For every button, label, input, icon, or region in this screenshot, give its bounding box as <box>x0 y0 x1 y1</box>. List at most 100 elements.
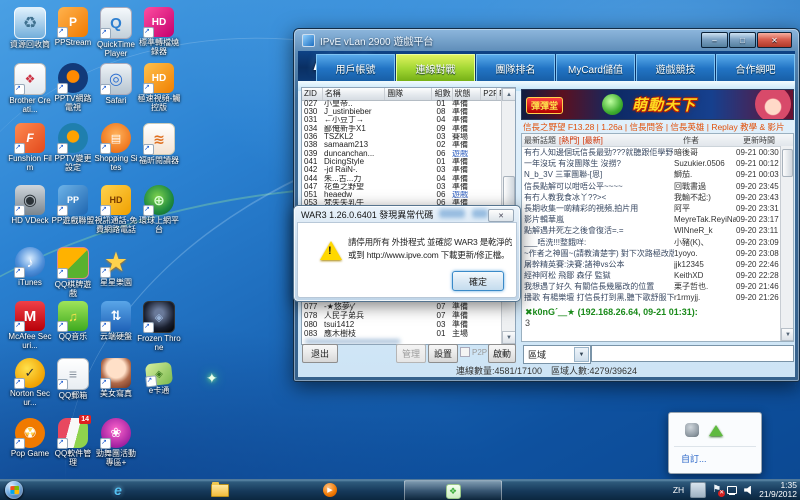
forum-row[interactable]: 影片輯華嵐MeyreTak.ReyiNa09-20 23:17 <box>522 214 793 225</box>
desktop-icon-mcafee[interactable]: McAfee Securi... <box>8 301 52 350</box>
dialog-close-button[interactable] <box>488 209 514 222</box>
desktop-icon-cloud-drive[interactable]: 云端硬盤 <box>94 301 138 341</box>
maximize-button[interactable] <box>729 32 756 48</box>
game-links-bar[interactable]: 信長之野望 F13.28 | 1.26a | 信長問答 | 信長英雄 | Rep… <box>523 121 792 132</box>
desktop-icon-foxit-reader[interactable]: 福昕閱讀器 <box>137 123 181 165</box>
forum-filter-hot[interactable]: [熱門] <box>559 135 579 146</box>
player-row[interactable]: 031←小豆丁→04準備 <box>302 117 502 125</box>
player-row[interactable]: 030J_ustinbieber08準備 <box>302 108 502 116</box>
start-button[interactable] <box>5 481 23 499</box>
tray-overflow-button[interactable] <box>690 482 706 498</box>
tab-online-battle[interactable]: 連線對戰 <box>396 54 475 81</box>
tab-user-account[interactable]: 用戶帳號 <box>316 54 395 81</box>
desktop-icon-recycle-bin[interactable]: 資源回收筒 <box>8 7 52 49</box>
desktop-icon-beauty-album[interactable]: 美女寫真 <box>94 358 138 398</box>
ad-banner[interactable]: 彈彈堂 萌動天下 <box>521 89 794 120</box>
dialog-titlebar[interactable]: WAR3 1.26.0.6401 發現異常代碼 <box>294 206 520 222</box>
desktop-icon-pptv-settings[interactable]: PPTV變更設定 <box>51 123 95 172</box>
scroll-up-icon[interactable] <box>502 88 516 101</box>
player-row[interactable]: 080tsui141203準備 <box>302 320 502 329</box>
customize-link[interactable]: 自訂... <box>681 452 707 465</box>
chat-input[interactable] <box>591 345 794 362</box>
forum-filter-new[interactable]: [最新] <box>582 135 602 146</box>
player-row[interactable]: 042-jd RaiN-.03準備 <box>302 166 502 174</box>
player-row[interactable]: 078人民子弟兵07準備 <box>302 311 502 320</box>
hidden-tray-network-icon[interactable] <box>709 425 723 436</box>
desktop-icon-global-web[interactable]: 環球上網平台 <box>137 185 181 234</box>
player-row[interactable]: 077-★悠夢y′07準備 <box>302 302 502 311</box>
desktop-icon-itunes[interactable]: iTunes <box>8 247 52 287</box>
desktop-icon-shopping-sites[interactable]: Shopping Sites <box>94 123 138 172</box>
forum-row[interactable]: 屠幹精英賽:決賽:諸神vs公本jjk1234509-20 22:46 <box>522 259 793 270</box>
forum-row[interactable]: ~作者之神圖~(請教清楚宇) 對下次路極改版惡圖好運1yoyo.09-20 23… <box>522 248 793 259</box>
player-row[interactable]: 041DicingStyle01準備 <box>302 158 502 166</box>
start-button[interactable]: 啟動 <box>488 344 516 363</box>
hidden-tray-device-icon[interactable] <box>685 423 699 437</box>
desktop-icon-quicktime[interactable]: QuickTime Player <box>94 7 138 58</box>
player-row[interactable]: 044朱...古...力04準備 <box>302 175 502 183</box>
forum-row[interactable]: 經神阿松 飛鄒 森仔 監獄KeithXD09-20 22:28 <box>522 270 793 281</box>
settings-button[interactable]: 設置 <box>428 344 458 363</box>
forum-row[interactable]: 信長點解可以咁唔公平~~~~回戰書過09-20 23:45 <box>522 181 793 192</box>
desktop-icon-dance-club[interactable]: 勁舞團活動專區+ <box>94 418 138 467</box>
taskbar-item-media-player[interactable] <box>308 480 352 500</box>
forum-row[interactable]: 有冇人知邊個玩信長最勁???就聽跟佢學野!!暗後哥09-21 00:30 <box>522 147 793 158</box>
taskbar-item-ipve-active[interactable] <box>404 480 502 500</box>
scrollbar-thumb[interactable] <box>782 149 793 177</box>
action-center-flag-icon[interactable]: ⚑ <box>712 485 721 495</box>
desktop-icon-ecard[interactable]: e卡通 <box>137 358 181 395</box>
minimize-button[interactable] <box>701 32 728 48</box>
network-icon[interactable] <box>727 485 738 496</box>
p2p-checkbox[interactable]: P2P <box>460 347 487 357</box>
tab-game-arena[interactable]: 遊戲競技 <box>636 54 715 81</box>
region-dropdown[interactable]: 區域 <box>523 345 591 364</box>
player-row[interactable]: 051heaedw06遊戲 <box>302 191 502 199</box>
desktop-icon-hd-converter[interactable]: 標準轉檔燒錄器 <box>137 7 181 56</box>
desktop-icon-qq-games[interactable]: QQ棋牌遊戲 <box>51 247 95 298</box>
desktop-icon-brother-creative[interactable]: Brother Creati... <box>8 63 52 114</box>
desktop-icon-funshion-film[interactable]: Funshion Film <box>8 123 52 172</box>
tab-partner-cafe[interactable]: 合作網吧 <box>716 54 795 81</box>
desktop-icon-frozen-throne[interactable]: Frozen Throne <box>137 301 181 352</box>
taskbar-item-explorer[interactable] <box>198 480 242 500</box>
scroll-down-icon[interactable] <box>502 331 516 344</box>
exit-button[interactable]: 退出 <box>302 344 338 363</box>
scroll-down-icon[interactable] <box>781 328 794 341</box>
desktop-icon-ppstream[interactable]: PPStream <box>51 7 95 47</box>
tab-team-ranking[interactable]: 團隊排名 <box>476 54 555 81</box>
language-indicator[interactable]: ZH <box>673 485 684 495</box>
close-button[interactable] <box>757 32 792 48</box>
player-row[interactable]: 038samaam21302準備 <box>302 141 502 149</box>
forum-row[interactable]: N_b_3V 三軍團聯-[恩]鰤茄.09-21 00:03 <box>522 169 793 180</box>
player-row[interactable]: 047花鱼之野望03準備 <box>302 183 502 191</box>
player-row[interactable]: 034鄙俺新手X109準備 <box>302 125 502 133</box>
forum-scrollbar[interactable] <box>780 146 793 304</box>
desktop-icon-norton[interactable]: Norton Secur... <box>8 358 52 407</box>
desktop-icon-pop-game[interactable]: Pop Game <box>8 418 52 458</box>
desktop-icon-star-park[interactable]: 星星樂園 <box>94 247 138 287</box>
forum-row[interactable]: 播歌 有楊樂壇 打信長打到黑,聽下歌舒服下(20/9)r1rmyjj.09-20… <box>522 292 793 303</box>
taskbar-item-ie[interactable]: e <box>96 480 140 500</box>
desktop-icon-pptv-tv[interactable]: PPTV網路電視 <box>51 63 95 112</box>
desktop-icon-qq-software[interactable]: 14QQ軟件管理 <box>51 418 95 467</box>
desktop-icon-speed-video[interactable]: 極速視頻-觸控版 <box>137 63 181 112</box>
player-row[interactable]: 083應木樹枝01主場 <box>302 329 502 338</box>
desktop-icon-pp-game-union[interactable]: PP遊戲聯盟 <box>51 185 95 225</box>
player-row[interactable]: 036TSZKL203賽場 <box>302 133 502 141</box>
desktop-icon-qq-music[interactable]: QQ音乐 <box>51 301 95 341</box>
player-row[interactable]: 027小皇帝..01準備 <box>302 100 502 108</box>
forum-row[interactable]: 我想遇了好久 有關信長幾屬改的位置栗子哲也.09-20 21:46 <box>522 281 793 292</box>
forum-row[interactable]: ___唔洗!!!整餓咩:小豬(K)、09-20 23:09 <box>522 237 793 248</box>
tab-mycard-topup[interactable]: MyCard儲值 <box>556 54 635 81</box>
ok-button[interactable]: 確定 <box>452 271 504 291</box>
chat-scrollbar[interactable] <box>780 303 793 341</box>
forum-row[interactable]: 長期收集一啲精彩的視頻,拍片用阿平09-20 23:31 <box>522 203 793 214</box>
desktop-icon-qq-mail[interactable]: QQ郵箱 <box>51 358 95 400</box>
desktop-icon-hd-vdeck[interactable]: HD VDeck <box>8 185 52 225</box>
forum-row[interactable]: 有冇人教我食冰丫??><我輸不起:)09-20 23:43 <box>522 192 793 203</box>
player-row[interactable]: 039duncanchan...06遊戲 <box>302 150 502 158</box>
clock[interactable]: 1:35 21/9/2012 <box>759 481 797 499</box>
forum-row[interactable]: 一年沒玩 有沒團隊生 沒撈?Suzukier.050609-21 00:12 <box>522 158 793 169</box>
speaker-icon[interactable] <box>744 486 753 495</box>
desktop-icon-net-phone[interactable]: 視訊通話-免費網路電話 <box>94 185 138 234</box>
